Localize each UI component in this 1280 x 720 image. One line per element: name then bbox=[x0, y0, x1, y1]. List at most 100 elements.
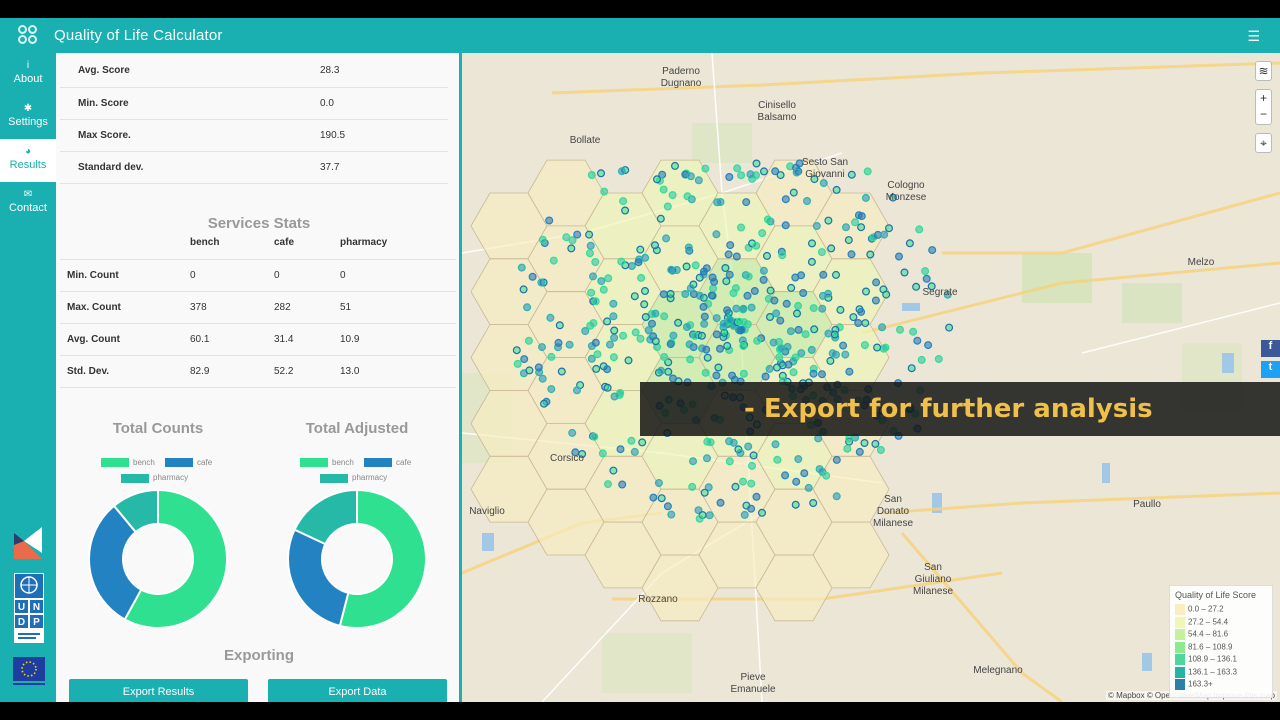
nav-results[interactable]: ◕ Results bbox=[0, 139, 56, 182]
service-point-marker[interactable] bbox=[807, 257, 816, 266]
service-point-marker[interactable] bbox=[794, 301, 803, 310]
service-point-marker[interactable] bbox=[641, 313, 650, 322]
service-point-marker[interactable] bbox=[844, 236, 853, 245]
service-point-marker[interactable] bbox=[525, 366, 534, 375]
service-point-marker[interactable] bbox=[793, 309, 802, 318]
service-point-marker[interactable] bbox=[700, 312, 709, 321]
service-point-marker[interactable] bbox=[644, 326, 653, 335]
service-point-marker[interactable] bbox=[807, 345, 816, 354]
service-point-marker[interactable] bbox=[747, 479, 756, 488]
service-point-marker[interactable] bbox=[719, 319, 728, 328]
service-point-marker[interactable] bbox=[792, 477, 801, 486]
service-point-marker[interactable] bbox=[747, 504, 756, 513]
service-point-marker[interactable] bbox=[771, 440, 780, 449]
service-point-marker[interactable] bbox=[716, 198, 725, 207]
service-point-marker[interactable] bbox=[752, 159, 761, 168]
service-point-marker[interactable] bbox=[591, 338, 600, 347]
export-results-button[interactable]: Export Results bbox=[69, 679, 248, 702]
service-point-marker[interactable] bbox=[763, 251, 772, 260]
service-point-marker[interactable] bbox=[809, 499, 818, 508]
service-point-marker[interactable] bbox=[791, 500, 800, 509]
service-point-marker[interactable] bbox=[621, 206, 630, 215]
service-point-marker[interactable] bbox=[691, 261, 700, 270]
service-point-marker[interactable] bbox=[882, 290, 891, 299]
service-point-marker[interactable] bbox=[773, 363, 782, 372]
service-point-marker[interactable] bbox=[781, 195, 790, 204]
service-point-marker[interactable] bbox=[928, 246, 937, 255]
service-point-marker[interactable] bbox=[709, 284, 718, 293]
service-point-marker[interactable] bbox=[895, 252, 904, 261]
service-point-marker[interactable] bbox=[896, 325, 905, 334]
service-point-marker[interactable] bbox=[758, 508, 767, 517]
service-point-marker[interactable] bbox=[610, 392, 619, 401]
service-point-marker[interactable] bbox=[681, 290, 690, 299]
service-point-marker[interactable] bbox=[657, 494, 666, 503]
menu-icon[interactable]: ☰ bbox=[1247, 28, 1260, 45]
service-point-marker[interactable] bbox=[523, 303, 532, 312]
service-point-marker[interactable] bbox=[537, 278, 546, 287]
service-point-marker[interactable] bbox=[562, 233, 571, 242]
service-point-marker[interactable] bbox=[568, 428, 577, 437]
service-point-marker[interactable] bbox=[739, 369, 748, 378]
service-point-marker[interactable] bbox=[854, 211, 863, 220]
service-point-marker[interactable] bbox=[873, 343, 882, 352]
service-point-marker[interactable] bbox=[801, 330, 810, 339]
service-point-marker[interactable] bbox=[565, 340, 574, 349]
service-point-marker[interactable] bbox=[824, 216, 833, 225]
service-point-marker[interactable] bbox=[752, 241, 761, 250]
service-point-marker[interactable] bbox=[716, 498, 725, 507]
service-point-marker[interactable] bbox=[705, 511, 714, 520]
service-point-marker[interactable] bbox=[610, 326, 619, 335]
service-point-marker[interactable] bbox=[872, 278, 881, 287]
service-point-marker[interactable] bbox=[922, 274, 931, 283]
service-point-marker[interactable] bbox=[517, 263, 526, 272]
service-point-marker[interactable] bbox=[725, 270, 734, 279]
service-point-marker[interactable] bbox=[512, 346, 521, 355]
service-point-marker[interactable] bbox=[817, 248, 826, 257]
service-point-marker[interactable] bbox=[712, 330, 721, 339]
service-point-marker[interactable] bbox=[603, 317, 612, 326]
service-point-marker[interactable] bbox=[549, 256, 558, 265]
service-point-marker[interactable] bbox=[753, 336, 762, 345]
service-point-marker[interactable] bbox=[731, 482, 740, 491]
service-point-marker[interactable] bbox=[814, 434, 823, 443]
service-point-marker[interactable] bbox=[924, 341, 933, 350]
donut-slice-cafe[interactable] bbox=[287, 528, 350, 628]
service-point-marker[interactable] bbox=[913, 336, 922, 345]
service-point-marker[interactable] bbox=[760, 167, 769, 176]
service-point-marker[interactable] bbox=[593, 350, 602, 359]
service-point-marker[interactable] bbox=[669, 374, 678, 383]
service-point-marker[interactable] bbox=[876, 446, 885, 455]
service-point-marker[interactable] bbox=[737, 223, 746, 232]
service-point-marker[interactable] bbox=[567, 244, 576, 253]
service-point-marker[interactable] bbox=[810, 325, 819, 334]
service-point-marker[interactable] bbox=[597, 277, 606, 286]
service-point-marker[interactable] bbox=[554, 338, 563, 347]
service-point-marker[interactable] bbox=[666, 340, 675, 349]
service-point-marker[interactable] bbox=[710, 277, 719, 286]
service-point-marker[interactable] bbox=[723, 306, 732, 315]
service-point-marker[interactable] bbox=[803, 197, 812, 206]
service-point-marker[interactable] bbox=[863, 167, 872, 176]
service-point-marker[interactable] bbox=[766, 286, 775, 295]
service-point-marker[interactable] bbox=[740, 510, 749, 519]
service-point-marker[interactable] bbox=[697, 331, 706, 340]
service-point-marker[interactable] bbox=[732, 304, 741, 313]
service-point-marker[interactable] bbox=[641, 253, 650, 262]
service-point-marker[interactable] bbox=[832, 492, 841, 501]
service-point-marker[interactable] bbox=[589, 319, 598, 328]
layers-icon[interactable]: ≋ bbox=[1255, 61, 1272, 81]
service-point-marker[interactable] bbox=[871, 439, 880, 448]
service-point-marker[interactable] bbox=[627, 436, 636, 445]
service-point-marker[interactable] bbox=[604, 480, 613, 489]
export-data-button[interactable]: Export Data bbox=[268, 679, 447, 702]
service-point-marker[interactable] bbox=[808, 239, 817, 248]
service-point-marker[interactable] bbox=[866, 250, 875, 259]
service-point-marker[interactable] bbox=[686, 172, 695, 181]
service-point-marker[interactable] bbox=[732, 252, 741, 261]
service-point-marker[interactable] bbox=[812, 222, 821, 231]
service-point-marker[interactable] bbox=[739, 304, 748, 313]
service-point-marker[interactable] bbox=[849, 313, 858, 322]
service-point-marker[interactable] bbox=[636, 334, 645, 343]
service-point-marker[interactable] bbox=[701, 368, 710, 377]
